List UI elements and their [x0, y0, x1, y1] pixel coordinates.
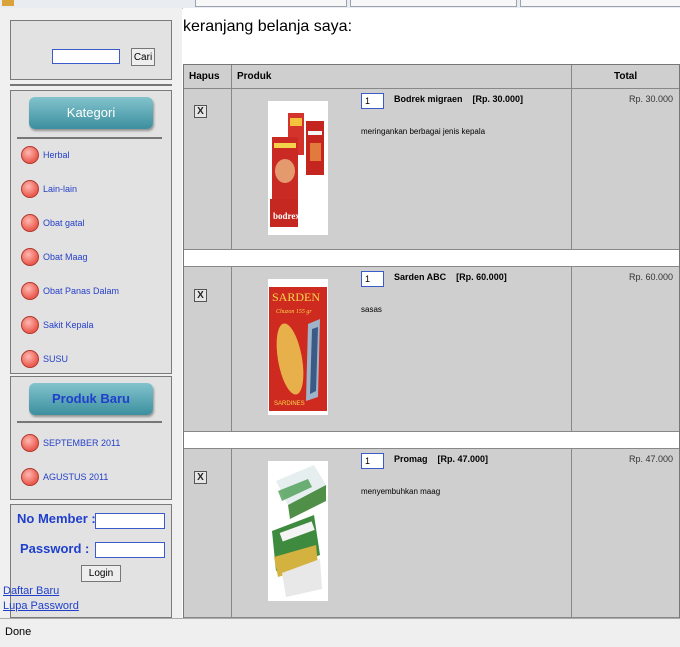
- category-label[interactable]: Sakit Kepala: [43, 320, 94, 330]
- bullet-icon: [21, 434, 39, 452]
- bullet-icon: [21, 282, 39, 300]
- svg-text:bodrex: bodrex: [273, 211, 300, 221]
- produk-baru-item[interactable]: AGUSTUS 2011: [21, 465, 108, 489]
- line-total: Rp. 47.000: [628, 454, 673, 464]
- search-input[interactable]: [52, 49, 120, 64]
- category-item[interactable]: Obat Panas Dalam: [21, 279, 119, 303]
- toolbar-field[interactable]: [195, 0, 347, 7]
- toolbar-field[interactable]: [520, 0, 680, 7]
- category-label[interactable]: Lain-lain: [43, 184, 77, 194]
- produk-baru-item[interactable]: SEPTEMBER 2011: [21, 431, 120, 455]
- produk-baru-header: Produk Baru: [29, 383, 153, 415]
- bullet-icon: [21, 248, 39, 266]
- kategori-panel: Kategori Herbal Lain-lain Obat gatal Oba…: [10, 90, 172, 374]
- password-input[interactable]: [95, 542, 165, 558]
- category-item[interactable]: Lain-lain: [21, 177, 77, 201]
- promag-pack-image: [268, 461, 328, 601]
- bullet-icon: [21, 214, 39, 232]
- divider: [17, 421, 162, 423]
- remove-cell: X: [184, 267, 232, 431]
- forgot-password-link[interactable]: Lupa Password: [3, 600, 79, 612]
- produk-baru-label[interactable]: AGUSTUS 2011: [43, 472, 108, 482]
- product-name: Bodrek migraen [Rp. 30.000]: [394, 94, 524, 104]
- login-panel: No Member : Password : Login Daftar Baru…: [3, 504, 172, 618]
- svg-text:SARDINES: SARDINES: [274, 401, 305, 407]
- kategori-header: Kategori: [29, 97, 153, 129]
- row-spacer: [184, 432, 679, 449]
- search-panel: Cari: [10, 20, 172, 80]
- search-button[interactable]: Cari: [131, 48, 155, 66]
- produk-baru-label[interactable]: SEPTEMBER 2011: [43, 438, 120, 448]
- cart-title: keranjang belanja saya:: [183, 18, 353, 35]
- divider: [10, 84, 172, 86]
- quantity-input[interactable]: 1: [361, 271, 384, 287]
- category-item[interactable]: Sakit Kepala: [21, 313, 94, 337]
- password-label: Password :: [20, 541, 90, 556]
- product-description: sasas: [361, 305, 382, 314]
- category-item[interactable]: SUSU: [21, 347, 68, 371]
- sarden-can-image: SARDEN Chuzon 155 gr SARDINES: [268, 279, 328, 415]
- category-item[interactable]: Obat gatal: [21, 211, 85, 235]
- column-header-total: Total: [572, 65, 679, 89]
- table-row: X bodrex 1 Bodrek migraen [Rp. 30.000] m…: [184, 89, 679, 250]
- status-bar: Done: [0, 618, 680, 647]
- main-content: keranjang belanja saya: Hapus Produk Tot…: [183, 8, 680, 618]
- column-header-remove: Hapus: [184, 65, 232, 89]
- bodrex-product-image: bodrex: [268, 101, 328, 235]
- product-name: Promag [Rp. 47.000]: [394, 454, 489, 464]
- divider: [17, 137, 162, 139]
- product-cell: 1 Promag [Rp. 47.000] menyembuhkan maag: [232, 449, 572, 617]
- sidebar: Cari Kategori Herbal Lain-lain Obat gata…: [0, 8, 182, 618]
- category-label[interactable]: Herbal: [43, 150, 70, 160]
- bullet-icon: [21, 350, 39, 368]
- bullet-icon: [21, 316, 39, 334]
- column-header-product: Produk: [232, 65, 572, 89]
- table-row: X SARDEN Chuzon 155 gr SARDINES 1 Sarden…: [184, 267, 679, 432]
- line-total: Rp. 30.000: [628, 94, 673, 104]
- category-item[interactable]: Herbal: [21, 143, 70, 167]
- bullet-icon: [21, 146, 39, 164]
- quantity-input[interactable]: 1: [361, 93, 384, 109]
- remove-cell: X: [184, 89, 232, 249]
- remove-cell: X: [184, 449, 232, 617]
- product-description: menyembuhkan maag: [361, 487, 441, 496]
- cart-table: Hapus Produk Total X bodrex 1 Bodrek mig…: [183, 64, 680, 618]
- category-label[interactable]: SUSU: [43, 354, 68, 364]
- product-cell: SARDEN Chuzon 155 gr SARDINES 1 Sarden A…: [232, 267, 572, 431]
- login-button[interactable]: Login: [81, 565, 121, 582]
- status-text: Done: [5, 626, 32, 638]
- category-item[interactable]: Obat Maag: [21, 245, 88, 269]
- toolbar-field[interactable]: [350, 0, 517, 7]
- product-description: meringankan berbagai jenis kepala: [361, 127, 486, 136]
- produk-baru-panel: Produk Baru SEPTEMBER 2011 AGUSTUS 2011: [10, 376, 172, 500]
- category-label[interactable]: Obat gatal: [43, 218, 85, 228]
- member-label: No Member :: [17, 511, 96, 526]
- table-row: X 1 Promag [Rp. 47.000] menyembuhkan maa…: [184, 449, 679, 618]
- remove-checkbox[interactable]: X: [194, 471, 207, 484]
- total-cell: Rp. 30.000: [572, 89, 679, 249]
- member-number-input[interactable]: [95, 513, 165, 529]
- total-cell: Rp. 60.000: [572, 267, 679, 431]
- product-name: Sarden ABC [Rp. 60.000]: [394, 272, 507, 282]
- bullet-icon: [21, 468, 39, 486]
- svg-text:SARDEN: SARDEN: [272, 290, 320, 304]
- browser-logo-icon: [2, 0, 14, 6]
- remove-checkbox[interactable]: X: [194, 289, 207, 302]
- category-label[interactable]: Obat Maag: [43, 252, 88, 262]
- svg-text:Chuzon 155 gr: Chuzon 155 gr: [276, 309, 312, 315]
- category-label[interactable]: Obat Panas Dalam: [43, 286, 119, 296]
- register-link[interactable]: Daftar Baru: [3, 585, 59, 597]
- product-cell: bodrex 1 Bodrek migraen [Rp. 30.000] mer…: [232, 89, 572, 249]
- total-cell: Rp. 47.000: [572, 449, 679, 617]
- line-total: Rp. 60.000: [628, 272, 673, 282]
- remove-checkbox[interactable]: X: [194, 105, 207, 118]
- bullet-icon: [21, 180, 39, 198]
- quantity-input[interactable]: 1: [361, 453, 384, 469]
- row-spacer: [184, 250, 679, 267]
